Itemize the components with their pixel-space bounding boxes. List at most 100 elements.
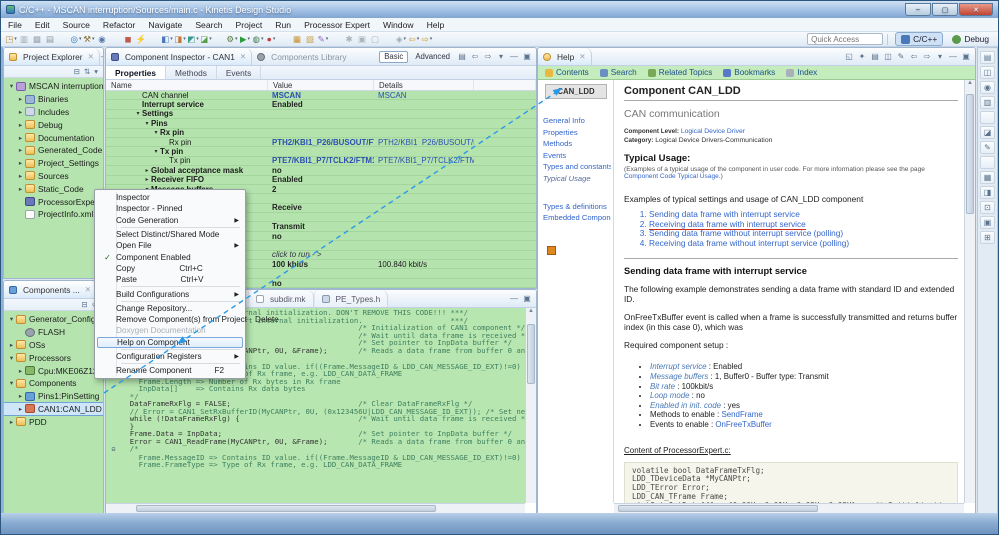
forward-icon[interactable]: ⇨ — [483, 52, 493, 61]
tab-project-explorer[interactable]: Project Explorer ✕ — [4, 48, 100, 65]
new-view-icon[interactable]: ▤ — [457, 52, 467, 61]
tree-item[interactable]: ▾ Components — [4, 377, 103, 390]
tab-properties[interactable]: Properties — [106, 66, 167, 79]
property-value[interactable]: Transmit — [268, 222, 305, 230]
link-editor-icon[interactable]: ⇅ — [84, 67, 90, 76]
perspective-debug-button[interactable]: Debug — [947, 33, 994, 45]
tree-caret-icon[interactable]: ▸ — [16, 146, 25, 154]
open-resource-icon[interactable]: ▧ — [304, 33, 316, 45]
row-caret-icon[interactable]: ▾ — [143, 120, 151, 127]
help-nav-link[interactable]: General Info — [543, 115, 611, 127]
tree-caret-icon[interactable]: ▸ — [7, 418, 16, 426]
gap[interactable] — [980, 111, 995, 124]
new-icon[interactable]: ◳ — [5, 33, 17, 45]
tree-caret-icon[interactable]: ▾ — [7, 82, 16, 90]
menu-item[interactable]: ✓ Component Enabled — [97, 251, 243, 262]
tree-item[interactable]: ▸ Generated_Code — [4, 144, 103, 157]
tasks-icon[interactable]: ✎ — [980, 141, 995, 154]
help-toolbar-item[interactable]: Index — [786, 68, 817, 77]
menu-item[interactable]: Inspector — [97, 192, 243, 203]
menu-item[interactable]: Rename Component F2 — [97, 365, 243, 376]
menu-bar-item[interactable]: Search — [195, 20, 222, 30]
table-row[interactable]: ▾ Settings — [106, 109, 536, 120]
property-value[interactable]: Receive — [268, 204, 302, 212]
tree-item[interactable]: ▸ Binaries — [4, 93, 103, 106]
menu-item[interactable]: Configuration Registers ▶ — [97, 351, 243, 362]
property-value[interactable]: PTH2/KBI1_P26/BUSOUT/FTM1_C... — [268, 138, 374, 146]
help-toolbar-item[interactable]: Search — [599, 68, 637, 77]
menu-item[interactable]: Code Generation ▶ — [97, 215, 243, 226]
tree-item[interactable]: FLASH — [4, 326, 103, 339]
row-caret-icon[interactable]: ▾ — [152, 148, 160, 155]
table-row[interactable]: Rx pin PTH2/KBI1_P26/BUSOUT/FTM1_C... PT… — [106, 137, 536, 148]
property-value[interactable]: MSCAN — [268, 91, 301, 99]
help-toolbar-item[interactable]: Bookmarks — [723, 68, 775, 77]
example-link[interactable]: Receiving data frame without interrupt s… — [649, 238, 958, 249]
menu-item[interactable]: Paste Ctrl+V — [97, 274, 243, 285]
advanced-mode-button[interactable]: Advanced — [411, 52, 454, 61]
close-icon[interactable]: ✕ — [85, 285, 91, 294]
forward-icon[interactable]: ⇨ — [922, 52, 932, 61]
table-row[interactable]: ▾ Rx pin — [106, 128, 536, 138]
tree-caret-icon[interactable]: ▸ — [16, 121, 25, 129]
basic-mode-button[interactable]: Basic — [379, 50, 409, 63]
maximize-help-icon[interactable]: ◫ — [883, 52, 893, 61]
tree-caret-icon[interactable]: ▸ — [7, 341, 16, 349]
tree-item[interactable]: ▸ OSs — [4, 339, 103, 352]
help-nav-link[interactable]: Types and constants — [543, 161, 611, 173]
sep[interactable] — [109, 33, 121, 45]
tree-item[interactable]: ▸ Static_Code — [4, 182, 103, 195]
help-toolbar-item[interactable]: Contents — [545, 68, 589, 77]
progress-icon[interactable]: ⊡ — [980, 201, 995, 214]
menu-item[interactable]: Doxygen Documentation — [97, 325, 243, 336]
minimize-icon[interactable]: — — [509, 52, 519, 61]
help-nav-link[interactable]: Typical Usage — [543, 173, 611, 185]
tab-methods[interactable]: Methods — [166, 66, 217, 79]
properties-icon[interactable]: ◨ — [980, 186, 995, 199]
table-row[interactable]: Interrupt service Enabled — [106, 100, 536, 110]
minimize-icon[interactable]: — — [948, 52, 958, 61]
tree-item[interactable]: ▸ Includes — [4, 106, 103, 119]
editor-horizontal-scrollbar[interactable] — [106, 503, 525, 513]
close-icon[interactable]: ✕ — [240, 52, 246, 61]
breakpoints-icon[interactable]: ◉ — [980, 81, 995, 94]
save-icon[interactable]: ▥ — [18, 33, 30, 45]
menu-bar-item[interactable]: Help — [427, 20, 445, 30]
help-toolbar-item[interactable]: Related Topics — [647, 68, 712, 77]
table-row[interactable]: ▾ Tx pin — [106, 147, 536, 157]
maximize-button[interactable]: ▢ — [932, 3, 958, 16]
table-row[interactable]: Tx pin PTE7/KBI1_P7/TCLK2/FTM1_CH1/... P… — [106, 156, 536, 167]
problems-icon[interactable]: ▦ — [980, 171, 995, 184]
profile-icon[interactable]: ● — [265, 33, 277, 45]
tree-item[interactable]: ProjectInfo.xml — [4, 208, 103, 221]
menu-item[interactable]: Build Configurations ▶ — [97, 288, 243, 299]
new-project-icon[interactable]: ◩ — [187, 33, 199, 45]
quick-access-input[interactable] — [807, 33, 884, 45]
menu-bar-item[interactable]: Processor Expert — [304, 20, 370, 30]
table-row[interactable]: ▸ Receiver FIFO Enabled — [106, 175, 536, 185]
outline-icon[interactable]: ▤ — [980, 51, 995, 64]
maximize-icon[interactable]: ▣ — [522, 52, 532, 61]
prev-annotation-icon[interactable]: ▢ — [369, 33, 381, 45]
help-horizontal-scrollbar[interactable] — [614, 503, 964, 513]
tab-components[interactable]: Components ... ✕ — [4, 281, 98, 298]
highlight-icon[interactable]: ✦ — [857, 52, 867, 61]
tree-caret-icon[interactable]: ▸ — [16, 95, 25, 103]
tree-caret-icon[interactable]: ▸ — [16, 172, 25, 180]
collapse-all-icon[interactable]: ⊟ — [74, 67, 80, 76]
tab-component-inspector[interactable]: Component Inspector - CAN1 ✕ — [106, 48, 253, 65]
menu-item[interactable]: Open File ▶ — [97, 240, 243, 251]
help-nav-link[interactable]: Embedded Components — [543, 212, 611, 224]
show-in-external-icon[interactable]: ◱ — [844, 52, 854, 61]
property-value[interactable]: no — [268, 232, 282, 240]
menu-item[interactable]: Select Distinct/Shared Mode — [97, 229, 243, 240]
flash-icon[interactable]: ⚡ — [135, 33, 147, 45]
property-value[interactable]: no — [268, 279, 282, 287]
property-value[interactable]: no — [268, 166, 282, 174]
memory-icon[interactable]: ⊞ — [980, 231, 995, 244]
sep[interactable] — [148, 33, 160, 45]
tree-item[interactable]: ▸ Debug — [4, 118, 103, 131]
tab-components-library[interactable]: Components Library — [252, 48, 351, 65]
property-value[interactable]: 100 kbit/s — [268, 260, 308, 268]
tree-caret-icon[interactable]: ▸ — [16, 367, 25, 375]
